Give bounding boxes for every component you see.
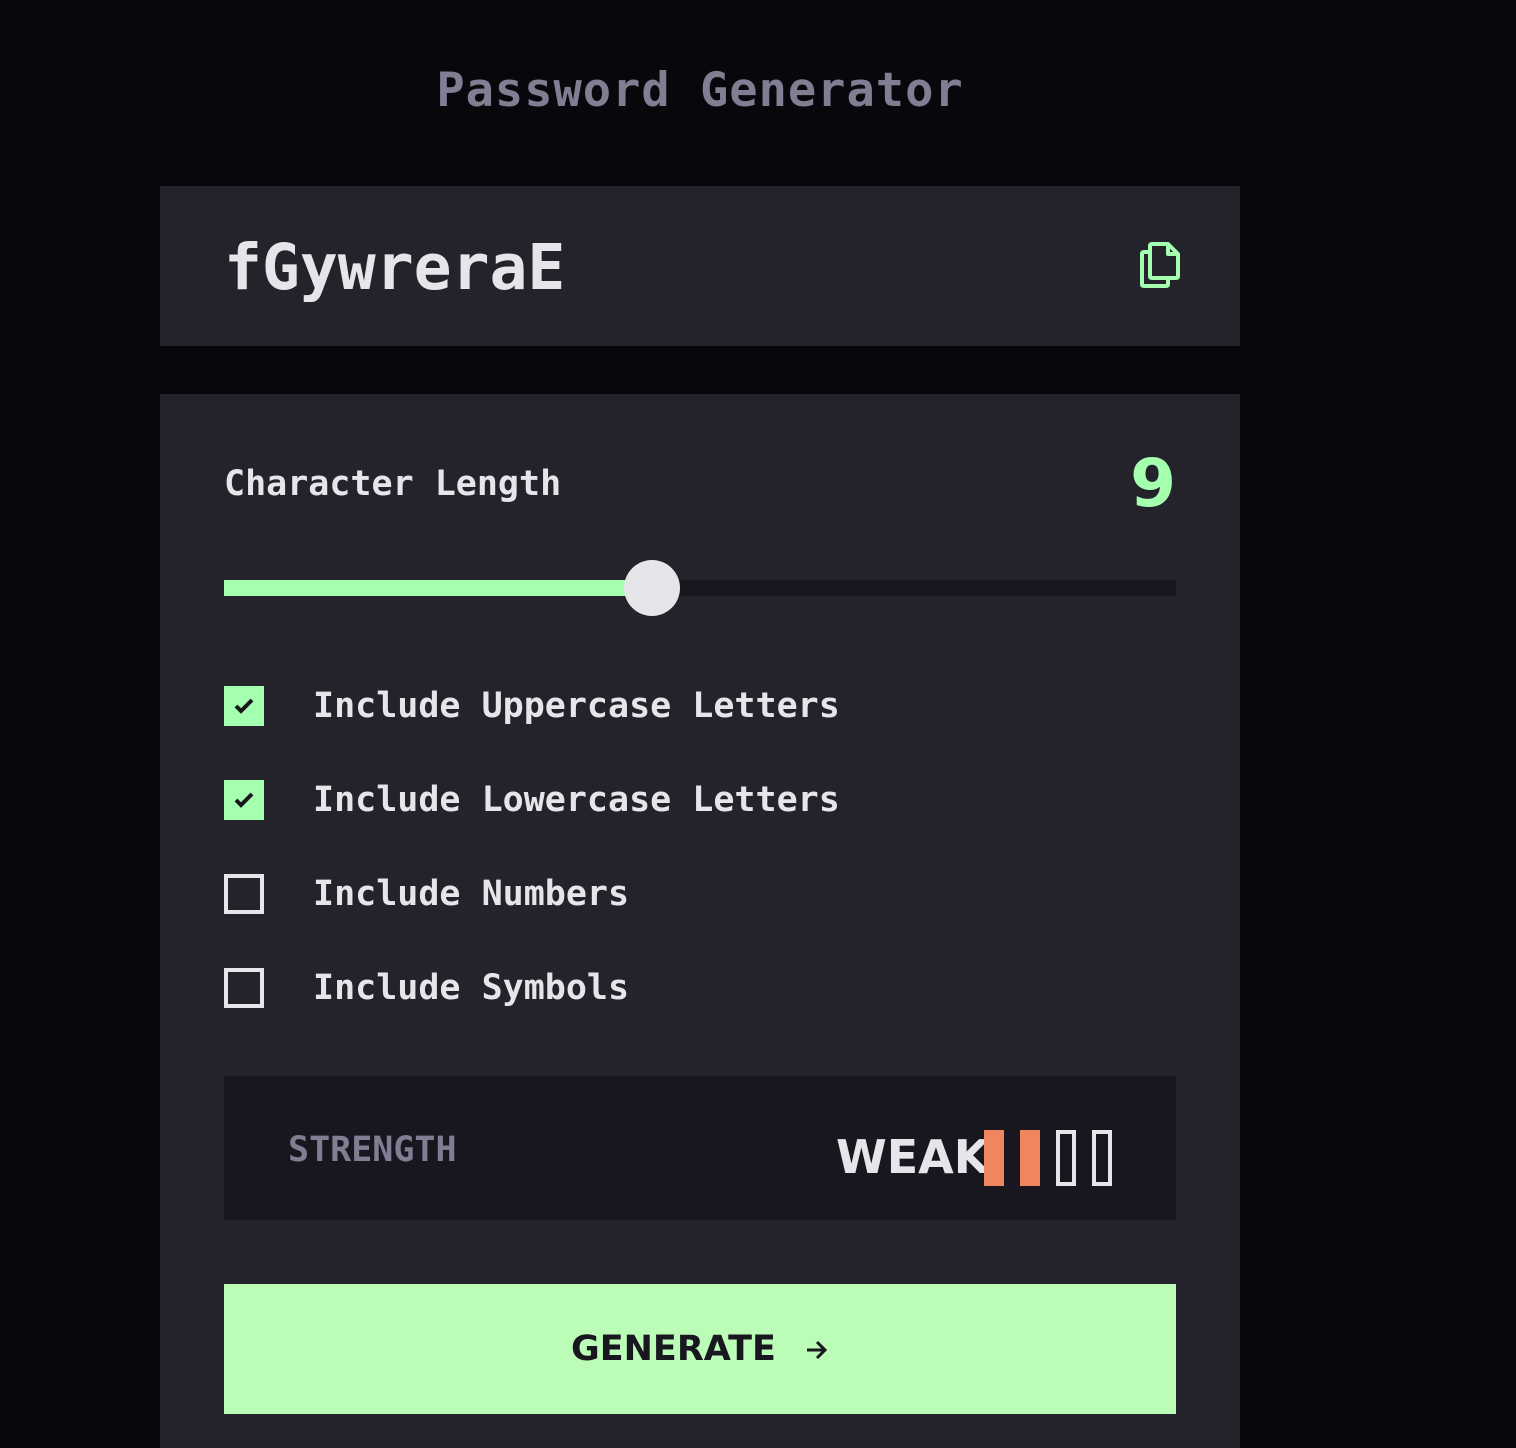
character-length-value: 9: [1130, 445, 1176, 522]
numbers-checkbox[interactable]: [224, 874, 264, 914]
check-icon: [234, 698, 254, 714]
password-display: fGywreraE: [160, 186, 1240, 346]
uppercase-checkbox[interactable]: [224, 686, 264, 726]
strength-rating: WEAK: [836, 1130, 990, 1184]
strength-bar: [1020, 1130, 1040, 1186]
generate-button[interactable]: GENERATE: [224, 1284, 1176, 1414]
copy-icon: [1140, 242, 1180, 288]
strength-bar: [984, 1130, 1004, 1186]
copy-button[interactable]: [1138, 238, 1188, 294]
symbols-checkbox[interactable]: [224, 968, 264, 1008]
page-title: Password Generator: [436, 63, 964, 118]
strength-meter: STRENGTH WEAK: [224, 1076, 1176, 1220]
slider-thumb[interactable]: [624, 560, 681, 616]
symbols-label: Include Symbols: [313, 968, 630, 1008]
option-lowercase[interactable]: Include Lowercase Letters: [224, 776, 1124, 824]
length-slider[interactable]: [224, 560, 1176, 616]
slider-fill: [224, 580, 653, 596]
option-symbols[interactable]: Include Symbols: [224, 964, 1124, 1012]
option-numbers[interactable]: Include Numbers: [224, 870, 1124, 918]
check-icon: [234, 792, 254, 808]
strength-bar: [1056, 1130, 1076, 1186]
character-length-label: Character Length: [224, 464, 562, 504]
password-value: fGywreraE: [224, 231, 566, 304]
lowercase-checkbox[interactable]: [224, 780, 264, 820]
option-uppercase[interactable]: Include Uppercase Letters: [224, 682, 1124, 730]
strength-label: STRENGTH: [288, 1130, 457, 1170]
numbers-label: Include Numbers: [313, 874, 630, 914]
generate-label: GENERATE: [571, 1329, 776, 1369]
strength-bar: [1092, 1130, 1112, 1186]
uppercase-label: Include Uppercase Letters: [313, 686, 840, 726]
settings-panel: Character Length 9 Include Uppercase Let…: [160, 394, 1240, 1448]
arrow-right-icon: [807, 1340, 828, 1360]
lowercase-label: Include Lowercase Letters: [313, 780, 840, 820]
